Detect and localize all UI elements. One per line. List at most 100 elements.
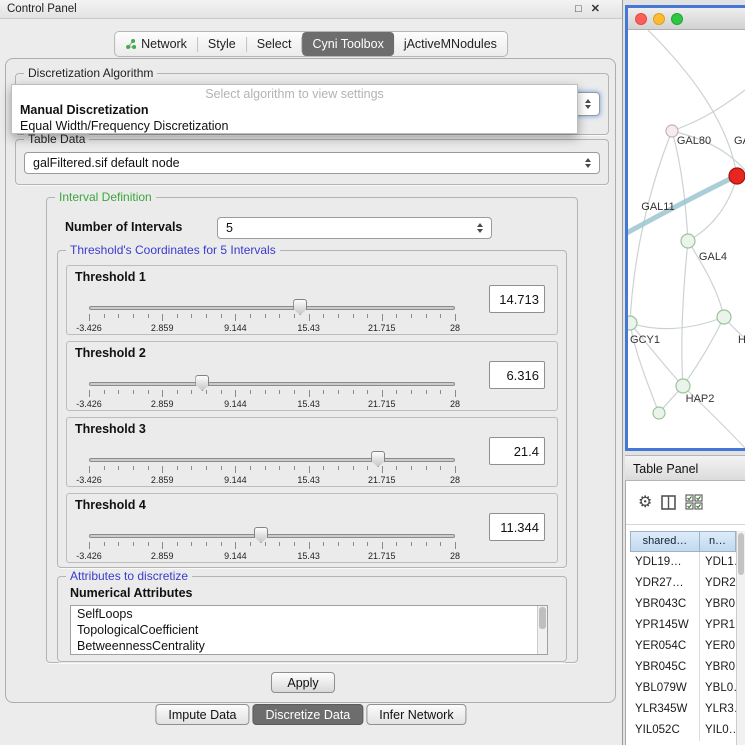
table-cell[interactable]: YBR0… [700,594,736,615]
slider-scale-label: -3.426 [76,323,102,333]
threshold-2-label: Threshold 2 [75,346,146,360]
zoom-traffic-light-icon[interactable] [671,13,683,25]
table-cell[interactable]: YDL1… [700,552,736,573]
table-panel-titlebar[interactable]: Table Panel [625,455,745,481]
slider-track[interactable] [89,458,455,462]
number-of-intervals-combobox[interactable]: 5 [217,217,492,239]
table-cell[interactable]: YIL052C [630,720,700,741]
table-row[interactable]: YDL19…YDL1… [630,552,736,573]
close-window-icon[interactable]: ✕ [591,0,600,19]
network-node[interactable] [681,234,695,248]
table-cell[interactable]: YBL0… [700,678,736,699]
minimize-traffic-light-icon[interactable] [653,13,665,25]
node-label: GAL4 [699,251,727,263]
threshold-3-value-input[interactable] [489,437,545,465]
slider-scale-label: 21.715 [368,399,396,409]
scrollbar-thumb[interactable] [539,607,546,629]
threshold-4-thumb[interactable] [254,527,268,543]
select-all-checkboxes-icon[interactable] [685,494,704,511]
slider-track[interactable] [89,306,455,310]
network-node[interactable] [717,310,731,324]
threshold-2-slider[interactable]: -3.4262.8599.14415.4321.71528 [89,374,455,410]
network-node[interactable] [653,407,665,419]
tab-style[interactable]: Style [198,32,246,56]
threshold-1-value-input[interactable] [489,285,545,313]
network-node[interactable] [628,316,637,330]
table-row[interactable]: YBR045CYBR0… [630,657,736,678]
table-settings-gear-icon[interactable]: ⚙ [638,495,652,511]
table-row[interactable]: YLR345WYLR3… [630,699,736,720]
table-row[interactable]: YIL052CYIL0… [630,720,736,741]
threshold-3-slider[interactable]: -3.4262.8599.14415.4321.71528 [89,450,455,486]
table-cell[interactable]: YPR1… [700,615,736,636]
column-header-name[interactable]: n… [700,531,736,552]
table-cell[interactable]: YER0… [700,636,736,657]
table-cell[interactable]: YBR045C [630,657,700,678]
table-cell[interactable]: YER054C [630,636,700,657]
table-row[interactable]: YER054CYER0… [630,636,736,657]
table-scrollbar[interactable] [736,531,745,745]
float-window-icon[interactable]: □ [575,0,582,19]
slider-scale-label: 21.715 [368,551,396,561]
column-header-shared-name[interactable]: shared… [630,531,700,552]
threshold-2-value-input[interactable] [489,361,545,389]
tab-network[interactable]: Network [115,32,197,56]
tab-jactivemnodules[interactable]: jActiveMNodules [394,32,507,56]
threshold-3-label: Threshold 3 [75,422,146,436]
network-edge[interactable] [683,317,724,386]
table-row[interactable]: YPR145WYPR1… [630,615,736,636]
numerical-attributes-list[interactable]: SelfLoopsTopologicalCoefficientBetweenne… [70,605,548,655]
network-node[interactable] [676,379,690,393]
threshold-1-slider[interactable]: -3.4262.8599.14415.4321.71528 [89,298,455,334]
attribute-list-item[interactable]: SelfLoops [71,606,547,622]
threshold-2-thumb[interactable] [195,375,209,391]
network-edge[interactable] [648,30,737,176]
slider-track[interactable] [89,382,455,386]
threshold-3-thumb[interactable] [371,451,385,467]
attribute-list-item[interactable]: BetweennessCentrality [71,638,547,654]
table-cell[interactable]: YLR345W [630,699,700,720]
slider-scale: -3.4262.8599.14415.4321.71528 [89,475,455,485]
tab-select[interactable]: Select [247,32,302,56]
close-traffic-light-icon[interactable] [635,13,647,25]
tab-cyni-toolbox[interactable]: Cyni Toolbox [302,32,393,56]
group-label: Table Data [24,132,89,147]
table-cell[interactable]: YPR145W [630,615,700,636]
table-row[interactable]: YDR27…YDR2… [630,573,736,594]
show-columns-icon[interactable] [661,495,676,510]
table-cell[interactable]: YDR2… [700,573,736,594]
list-scrollbar[interactable] [537,606,547,654]
table-cell[interactable]: YBL079W [630,678,700,699]
network-edge[interactable] [672,90,745,131]
table-row[interactable]: YBR043CYBR0… [630,594,736,615]
apply-button[interactable]: Apply [271,672,335,693]
scrollbar-thumb[interactable] [738,533,744,575]
dropdown-option-equal-width[interactable]: Equal Width/Frequency Discretization [12,118,577,134]
table-cell[interactable]: YBR043C [630,594,700,615]
control-panel-titlebar[interactable]: Control Panel □ ✕ [0,0,622,19]
threshold-4-value-input[interactable] [489,513,545,541]
table-cell[interactable]: YIL0… [700,720,736,741]
tab-impute-data[interactable]: Impute Data [155,704,249,725]
control-panel-tabs: Network Style Select Cyni Toolbox jActiv… [114,31,508,57]
tab-infer-network[interactable]: Infer Network [366,704,466,725]
network-edge[interactable] [630,317,724,329]
network-node-selected-red[interactable] [729,168,745,184]
table-data-combobox[interactable]: galFiltered.sif default node [24,152,600,174]
table-cell[interactable]: YDL19… [630,552,700,573]
network-window-titlebar[interactable] [628,8,745,30]
tab-discretize-data[interactable]: Discretize Data [253,704,364,725]
dropdown-option-manual[interactable]: Manual Discretization [12,102,577,118]
network-edge[interactable] [682,241,688,386]
table-cell[interactable]: YBR0… [700,657,736,678]
network-canvas[interactable]: GAL80 GA GAL11 GAL4 GCY1 H HAP2 [628,30,745,448]
slider-scale-label: -3.426 [76,475,102,485]
attribute-list-item[interactable]: TopologicalCoefficient [71,622,547,638]
network-edge[interactable] [672,131,688,241]
table-cell[interactable]: YLR3… [700,699,736,720]
table-cell[interactable]: YDR27… [630,573,700,594]
table-row[interactable]: YBL079WYBL0… [630,678,736,699]
threshold-4-slider[interactable]: -3.4262.8599.14415.4321.71528 [89,526,455,562]
slider-track[interactable] [89,534,455,538]
threshold-1-thumb[interactable] [293,299,307,315]
